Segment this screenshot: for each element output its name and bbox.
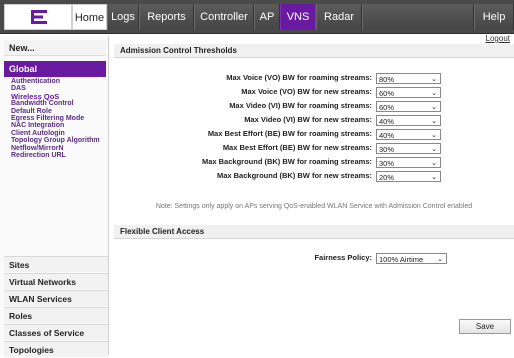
sidebar-new[interactable]: New... <box>4 40 106 56</box>
flexible-client-access-header: Flexible Client Access <box>114 225 514 239</box>
sidebar-section-sites[interactable]: Sites <box>4 256 108 272</box>
vo-roaming-value: 80% <box>379 75 395 84</box>
sidebar-item-authentication[interactable]: Authentication <box>11 78 108 85</box>
vo-new-value: 60% <box>379 89 395 98</box>
bk-new-value: 20% <box>379 173 395 182</box>
tab-home[interactable]: Home <box>72 4 107 30</box>
chevron-down-icon: ⌄ <box>431 90 437 97</box>
sidebar-item-redirection-url[interactable]: Redirection URL <box>11 152 108 159</box>
admission-control-header: Admission Control Thresholds <box>114 44 514 58</box>
tab-vns[interactable]: VNS <box>280 4 316 30</box>
sidebar-item-nac-integration[interactable]: NAC Integration <box>11 122 108 129</box>
global-settings-list: Authentication DAS Wireless QoS Bandwidt… <box>4 78 108 159</box>
be-roaming-value: 40% <box>379 131 395 140</box>
extreme-networks-logo-icon <box>31 10 47 24</box>
bk-roaming-label: Max Background (BK) BW for roaming strea… <box>201 157 372 166</box>
tab-help[interactable]: Help <box>474 4 514 30</box>
tab-radar[interactable]: Radar <box>316 4 362 30</box>
sidebar-item-topology-group-algorithm[interactable]: Topology Group Algorithm <box>11 137 108 144</box>
bk-roaming-value: 30% <box>379 159 395 168</box>
vo-roaming-label: Max Voice (VO) BW for roaming streams: <box>226 73 372 82</box>
be-roaming-select[interactable]: 40% ⌄ <box>376 129 441 140</box>
chevron-down-icon: ⌄ <box>431 132 437 139</box>
sidebar-item-default-role[interactable]: Default Role <box>11 108 108 115</box>
be-roaming-label: Max Best Effort (BE) BW for roaming stre… <box>207 129 372 138</box>
sidebar-item-wireless-qos[interactable]: Wireless QoS <box>11 92 108 100</box>
vi-roaming-label: Max Video (VI) BW for roaming streams: <box>229 101 372 110</box>
tab-ap[interactable]: AP <box>254 4 280 30</box>
chevron-down-icon: ⌄ <box>431 76 437 83</box>
logout-link[interactable]: Logout <box>486 34 510 43</box>
fairness-policy-value: 100% Airtime <box>379 255 424 264</box>
chevron-down-icon: ⌄ <box>431 174 437 181</box>
vi-new-label: Max Video (VI) BW for new streams: <box>244 115 372 124</box>
chevron-down-icon: ⌄ <box>431 146 437 153</box>
chevron-down-icon: ⌄ <box>437 256 443 263</box>
vi-new-select[interactable]: 40% ⌄ <box>376 115 441 126</box>
tab-spacer <box>362 4 474 30</box>
sidebar-global[interactable]: Global <box>4 61 106 77</box>
tab-reports[interactable]: Reports <box>139 4 194 30</box>
fairness-policy-label: Fairness Policy: <box>314 253 372 262</box>
sidebar: New... Global Authentication DAS Wireles… <box>0 36 109 357</box>
bk-new-select[interactable]: 20% ⌄ <box>376 171 441 182</box>
admission-note: Note: Settings only apply on APs serving… <box>155 203 473 210</box>
bk-roaming-select[interactable]: 30% ⌄ <box>376 157 441 168</box>
vo-new-select[interactable]: 60% ⌄ <box>376 87 441 98</box>
tab-logs[interactable]: Logs <box>107 4 139 30</box>
top-navigation-bar: Home Logs Reports Controller AP VNS Rada… <box>0 0 514 34</box>
save-button[interactable]: Save <box>459 319 511 334</box>
be-new-label: Max Best Effort (BE) BW for new streams: <box>222 143 372 152</box>
vo-new-label: Max Voice (VO) BW for new streams: <box>241 87 372 96</box>
vi-roaming-select[interactable]: 60% ⌄ <box>376 101 441 112</box>
chevron-down-icon: ⌄ <box>431 160 437 167</box>
sidebar-section-virtual-networks[interactable]: Virtual Networks <box>4 273 108 289</box>
sidebar-item-egress-filtering-mode[interactable]: Egress Filtering Mode <box>11 115 108 122</box>
sidebar-section-classes-of-service[interactable]: Classes of Service <box>4 324 108 340</box>
sidebar-section-roles[interactable]: Roles <box>4 307 108 323</box>
bk-new-label: Max Background (BK) BW for new streams: <box>216 171 372 180</box>
vo-roaming-select[interactable]: 80% ⌄ <box>376 73 441 84</box>
vi-roaming-value: 60% <box>379 103 395 112</box>
logo <box>4 4 72 30</box>
be-new-select[interactable]: 30% ⌄ <box>376 143 441 154</box>
tab-controller[interactable]: Controller <box>194 4 254 30</box>
fairness-policy-select[interactable]: 100% Airtime ⌄ <box>376 253 447 264</box>
sidebar-item-client-autologin[interactable]: Client Autologin <box>11 130 108 137</box>
chevron-down-icon: ⌄ <box>431 104 437 111</box>
chevron-down-icon: ⌄ <box>431 118 437 125</box>
be-new-value: 30% <box>379 145 395 154</box>
sidebar-section-wlan-services[interactable]: WLAN Services <box>4 290 108 306</box>
sidebar-item-bandwidth-control[interactable]: Bandwidth Control <box>11 100 108 107</box>
sidebar-item-netflow-mirrorn[interactable]: Netflow/MirrorN <box>11 145 108 152</box>
vi-new-value: 40% <box>379 117 395 126</box>
main-content: Admission Control Thresholds Max Voice (… <box>114 44 514 355</box>
